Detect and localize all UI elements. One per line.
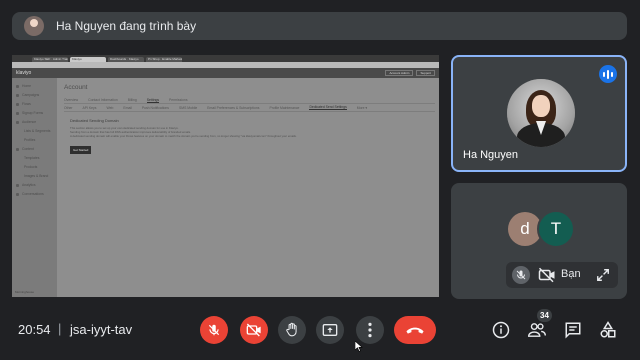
shared-tabs-primary: Overview Contact Information Billing Settin… bbox=[64, 97, 435, 104]
shared-subtab: SMS Mobile bbox=[178, 105, 198, 110]
chat-button[interactable] bbox=[561, 318, 585, 342]
shared-subtab: Dedicated Send Settings bbox=[309, 105, 347, 110]
info-icon bbox=[492, 321, 510, 339]
meeting-code: jsa-iyyt-tav bbox=[70, 322, 133, 337]
present-icon bbox=[322, 324, 338, 336]
activities-icon bbox=[600, 321, 616, 338]
shared-sidebar-item: Lists & Segments bbox=[24, 129, 51, 133]
shared-sidebar-item: Templates bbox=[24, 156, 40, 160]
shared-section-heading: Dedicated Sending Domain bbox=[70, 118, 119, 123]
shared-subtab: Profile Maintenance bbox=[269, 105, 300, 110]
shared-section-line: A dedicated sending domain will enable y… bbox=[70, 134, 297, 138]
separator: | bbox=[58, 321, 62, 336]
shared-support-button: Support bbox=[416, 70, 435, 76]
shared-main: Account Overview Contact Information Billi… bbox=[60, 78, 439, 297]
browser-tab: Klaviyo SEF · Admin Training bbox=[32, 57, 68, 62]
shared-subtab: More ▾ bbox=[356, 105, 368, 110]
participant-name: Ha Nguyen bbox=[463, 149, 519, 161]
shared-subtab: API Keys bbox=[82, 105, 97, 110]
shared-sidebar-footer: Morninghouse bbox=[15, 290, 35, 294]
shared-subtab: Web bbox=[106, 105, 114, 110]
shared-sidebar-item: Analytics bbox=[15, 181, 54, 190]
self-name-label: Bạn bbox=[561, 268, 581, 280]
browser-tab: Dashboards · Klaviyo bbox=[108, 57, 144, 62]
browser-tab-strip: Klaviyo SEF · Admin Training Klaviyo Das… bbox=[12, 55, 439, 62]
shared-sidebar: Home Campaigns Flows Signup Forms Audience Li… bbox=[12, 78, 57, 297]
more-icon bbox=[368, 322, 372, 338]
toggle-camera-button[interactable] bbox=[240, 316, 268, 344]
shared-sidebar-item: Content bbox=[15, 145, 54, 154]
clock: 20:54 bbox=[18, 322, 51, 337]
shared-sidebar-item: Campaigns bbox=[15, 91, 54, 100]
shared-tab: Permissions bbox=[169, 98, 188, 102]
shared-subtab: Email bbox=[123, 105, 132, 110]
presenter-banner: Ha Nguyen đang trình bày bbox=[12, 12, 627, 40]
shared-get-started-button: Get Started bbox=[70, 146, 92, 154]
camera-off-icon bbox=[246, 323, 261, 337]
shared-sidebar-item: Flows bbox=[15, 100, 54, 109]
shared-sidebar-item: Profiles bbox=[24, 138, 36, 142]
presenter-avatar bbox=[24, 16, 44, 36]
self-tile-controls: Bạn bbox=[506, 262, 618, 288]
browser-tab: Pn Shop · Enable Marketing bbox=[146, 57, 182, 62]
end-call-button[interactable] bbox=[394, 316, 436, 344]
toggle-mic-button[interactable] bbox=[200, 316, 228, 344]
shared-sidebar-item: Images & Brand bbox=[24, 174, 49, 178]
mic-off-icon[interactable] bbox=[512, 266, 530, 284]
shared-tab: Billing bbox=[127, 98, 137, 102]
shared-sidebar-item: Audience bbox=[15, 118, 54, 127]
present-button[interactable] bbox=[316, 316, 344, 344]
people-icon bbox=[528, 323, 546, 337]
shared-app-logo: klaviyo bbox=[16, 70, 32, 76]
shared-app: klaviyo Account Admin Support Home Campai… bbox=[12, 68, 439, 297]
activities-button[interactable] bbox=[596, 318, 620, 342]
speaking-indicator-icon bbox=[599, 65, 617, 83]
shared-tab: Settings bbox=[146, 97, 160, 103]
mouse-cursor-icon bbox=[354, 339, 363, 357]
mic-off-icon bbox=[208, 324, 220, 336]
chat-icon bbox=[565, 322, 581, 339]
expand-icon[interactable] bbox=[596, 268, 610, 287]
shared-sidebar-item: Conversations bbox=[15, 190, 54, 199]
browser-tab: Klaviyo bbox=[70, 57, 106, 62]
shared-subtab: Push Notifications bbox=[141, 105, 169, 110]
presenter-photo-avatar bbox=[507, 79, 575, 147]
shared-sidebar-item: Signup Forms bbox=[15, 109, 54, 118]
shared-section: Dedicated Sending Domain This section al… bbox=[70, 118, 429, 156]
shared-sidebar-item: Home bbox=[15, 82, 54, 91]
shared-app-header: klaviyo Account Admin Support bbox=[12, 68, 439, 78]
presenter-banner-text: Ha Nguyen đang trình bày bbox=[56, 19, 197, 33]
participant-count-badge: 34 bbox=[537, 309, 552, 322]
shared-account-button: Account Admin bbox=[385, 70, 414, 76]
participant-tile-presenter[interactable]: Ha Nguyen bbox=[451, 55, 627, 172]
shared-tab: Contact Information bbox=[88, 98, 118, 102]
shared-tabs-secondary: Other API Keys Web Email Push Notifications S… bbox=[64, 104, 435, 112]
avatar: T bbox=[537, 210, 575, 248]
meeting-details-button[interactable] bbox=[489, 318, 513, 342]
shared-tab: Overview bbox=[64, 98, 79, 102]
shared-sidebar-item: Products bbox=[24, 165, 38, 169]
shared-screen: Klaviyo SEF · Admin Training Klaviyo Das… bbox=[12, 55, 439, 297]
shared-subtab: Other bbox=[64, 105, 73, 110]
raise-hand-button[interactable] bbox=[278, 316, 306, 344]
camera-off-icon[interactable] bbox=[538, 267, 556, 288]
end-call-icon bbox=[406, 327, 424, 334]
raise-hand-icon bbox=[286, 322, 297, 337]
shared-subtab: Email Preferences & Subscriptions bbox=[207, 105, 260, 110]
participant-tile-self[interactable]: d T Bạn bbox=[451, 183, 627, 299]
shared-page-title: Account bbox=[64, 84, 88, 91]
